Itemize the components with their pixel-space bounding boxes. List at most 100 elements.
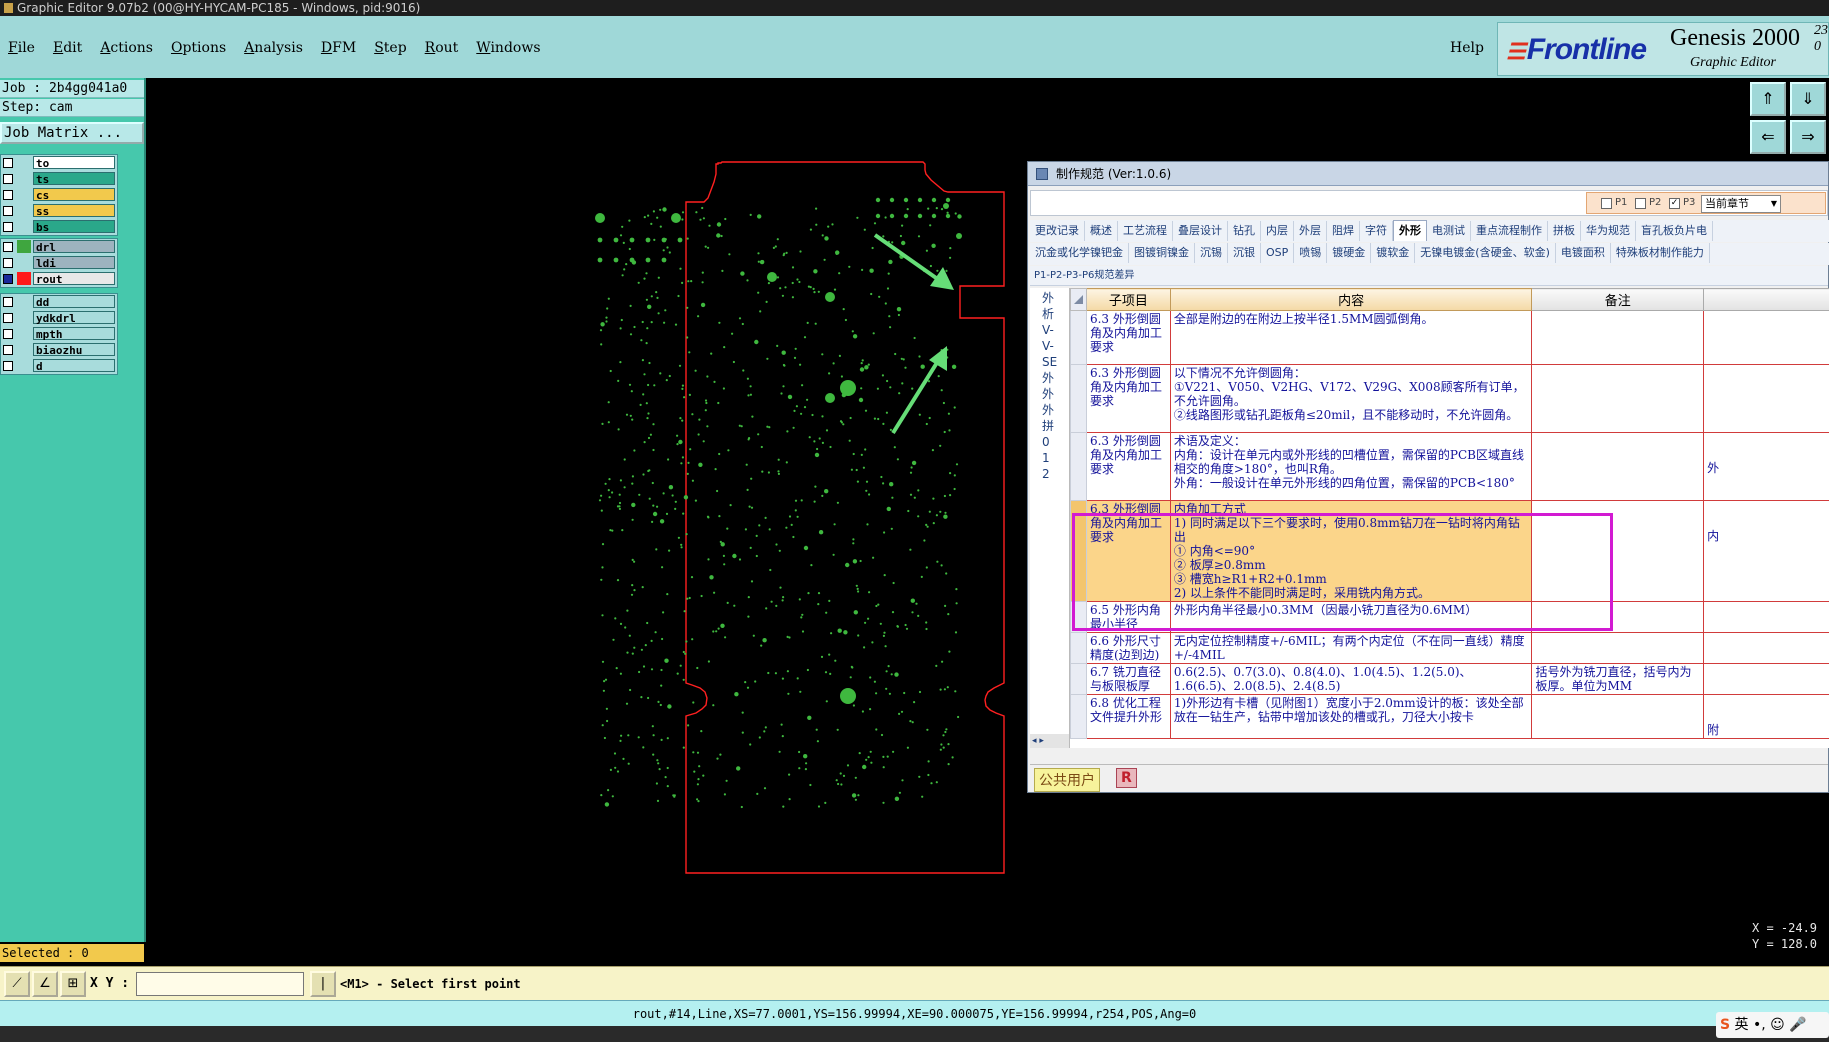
menu-edit[interactable]: Edit: [53, 40, 82, 56]
layer-checkbox[interactable]: [3, 242, 13, 252]
layer-checkbox[interactable]: [3, 158, 13, 168]
chapter-list-item[interactable]: 2: [1042, 466, 1069, 482]
cell-sub[interactable]: 6.3 外形倒圆角及内角加工要求: [1085, 500, 1171, 602]
cell-extra[interactable]: [1703, 663, 1829, 695]
layer-row-rout[interactable]: rout: [1, 271, 117, 287]
menu-step[interactable]: Step: [374, 40, 406, 56]
tab-plating-5[interactable]: 喷锡: [1294, 243, 1328, 263]
layer-row-ss[interactable]: ss: [1, 203, 117, 219]
table-row[interactable]: 6.5 外形内角最小半径 外形内角半径最小0.3MM（因最小铣刀直径为0.6MM）: [1070, 601, 1829, 633]
dialog-titlebar[interactable]: 制作规范 (Ver:1.0.6): [1028, 162, 1828, 186]
cell-sub[interactable]: 6.3 外形倒圆角及内角加工要求: [1085, 432, 1171, 501]
cell-sub[interactable]: 6.7 铣刀直径与板限板厚: [1085, 663, 1171, 695]
tab-10[interactable]: 电测试: [1427, 221, 1471, 241]
layer-name[interactable]: mpth: [33, 327, 115, 341]
table-row[interactable]: 6.6 外形尺寸精度(边到边) 无内定位控制精度+/-6MIL；有两个内定位（不在…: [1070, 632, 1829, 664]
row-indicator[interactable]: [1070, 432, 1087, 501]
table-row[interactable]: 6.3 外形倒圆角及内角加工要求 全部是附边的在附边上按半径1.5MM圆弧倒角。: [1070, 310, 1829, 365]
zoom-up-button[interactable]: ⇑: [1750, 82, 1786, 116]
cell-content[interactable]: 全部是附边的在附边上按半径1.5MM圆弧倒角。: [1169, 310, 1533, 365]
cell-note[interactable]: [1531, 694, 1705, 739]
cell-content[interactable]: 外形内角半径最小0.3MM（因最小铣刀直径为0.6MM）: [1169, 601, 1533, 633]
table-corner[interactable]: [1070, 288, 1087, 311]
cell-note[interactable]: [1531, 500, 1705, 602]
row-indicator[interactable]: [1070, 310, 1087, 365]
col-header-extra[interactable]: [1703, 288, 1829, 311]
tab-plating-3[interactable]: 沉银: [1228, 243, 1261, 263]
layer-checkbox[interactable]: [3, 345, 13, 355]
layer-row-dd[interactable]: dd: [1, 294, 117, 310]
cell-note[interactable]: [1531, 364, 1705, 433]
col-header-note[interactable]: 备注: [1531, 288, 1705, 311]
layer-checkbox[interactable]: [3, 222, 13, 232]
cell-extra[interactable]: [1703, 632, 1829, 664]
cell-content[interactable]: 术语及定义： 内角：设计在单元内或外形线的凹槽位置，需保留的PCB区域直线相交的角…: [1169, 432, 1533, 501]
cell-extra[interactable]: 内: [1703, 500, 1829, 602]
layer-row-biaozhu[interactable]: biaozhu: [1, 342, 117, 358]
chapter-list-item[interactable]: 外: [1042, 370, 1069, 386]
cell-content[interactable]: 内角加工方式 1) 同时满足以下三个要求时，使用0.8mm钻刀在一钻时将内角钻出 ①…: [1169, 500, 1533, 602]
layer-name[interactable]: ldi: [33, 256, 115, 270]
grid-button[interactable]: ⊞: [60, 971, 86, 997]
row-indicator[interactable]: [1070, 500, 1087, 602]
layer-checkbox[interactable]: [3, 313, 13, 323]
chapter-list-item[interactable]: 0: [1042, 434, 1069, 450]
cell-content[interactable]: 0.6(2.5)、0.7(3.0)、0.8(4.0)、1.0(4.5)、1.2(…: [1169, 663, 1533, 695]
layer-name[interactable]: ss: [33, 204, 115, 218]
table-row[interactable]: 6.7 铣刀直径与板限板厚 0.6(2.5)、0.7(3.0)、0.8(4.0)、…: [1070, 663, 1829, 695]
row-indicator[interactable]: [1070, 663, 1087, 695]
cell-content[interactable]: 无内定位控制精度+/-6MIL；有两个内定位（不在同一直线）精度+/-4MIL: [1169, 632, 1533, 664]
table-row[interactable]: 6.3 外形倒圆角及内角加工要求 以下情况不允许倒圆角： ①V221、V050、V2…: [1070, 364, 1829, 433]
cell-note[interactable]: 括号外为铣刀直径，括号内为板厚。单位为MM: [1531, 663, 1705, 695]
xy-apply-button[interactable]: |: [310, 971, 336, 997]
tab-9[interactable]: 外形: [1393, 220, 1427, 241]
layer-name[interactable]: drl: [33, 240, 115, 254]
measure-button[interactable]: ∠: [32, 971, 58, 997]
tab-8[interactable]: 字符: [1360, 221, 1393, 241]
tab-plating-6[interactable]: 镀硬金: [1327, 243, 1372, 263]
menu-help[interactable]: Help: [1450, 40, 1484, 56]
job-matrix-button[interactable]: Job Matrix ...: [0, 122, 144, 144]
tab-13[interactable]: 华为规范: [1581, 221, 1636, 241]
subtab-diff[interactable]: P1-P2-P3-P6规范差异: [1030, 266, 1828, 286]
tab-5[interactable]: 内层: [1261, 221, 1294, 241]
layer-row-ts[interactable]: ts: [1, 171, 117, 187]
tab-2[interactable]: 工艺流程: [1118, 221, 1173, 241]
cell-note[interactable]: [1531, 432, 1705, 501]
row-indicator[interactable]: [1070, 364, 1087, 433]
spec-table[interactable]: 子项目 内容 备注 6.3 外形倒圆角及内角加工要求 全部是附边的在附边上按半径1…: [1070, 288, 1829, 748]
layer-name[interactable]: biaozhu: [33, 343, 115, 357]
chapter-list-item[interactable]: 外: [1042, 290, 1069, 306]
p3-checkbox[interactable]: ✓: [1669, 198, 1680, 209]
cell-extra[interactable]: 外: [1703, 432, 1829, 501]
layer-row-mpth[interactable]: mpth: [1, 326, 117, 342]
ime-indicator[interactable]: S 英 •, ☺ 🎤: [1716, 1012, 1829, 1038]
tab-0[interactable]: 更改记录: [1030, 221, 1085, 241]
cell-note[interactable]: [1531, 632, 1705, 664]
layer-name[interactable]: bs: [33, 220, 115, 234]
layer-name[interactable]: dd: [33, 295, 115, 309]
r-badge[interactable]: R: [1116, 768, 1137, 788]
menu-windows[interactable]: Windows: [476, 40, 540, 56]
menu-rout[interactable]: Rout: [425, 40, 459, 56]
table-row[interactable]: 6.3 外形倒圆角及内角加工要求 内角加工方式 1) 同时满足以下三个要求时，使用0…: [1070, 500, 1829, 602]
p1-checkbox[interactable]: [1601, 198, 1612, 209]
tab-7[interactable]: 阻焊: [1327, 221, 1360, 241]
col-header-content[interactable]: 内容: [1169, 288, 1533, 311]
menu-file[interactable]: File: [8, 40, 35, 56]
layer-row-cs[interactable]: cs: [1, 187, 117, 203]
tab-plating-2[interactable]: 沉锡: [1195, 243, 1228, 263]
tab-11[interactable]: 重点流程制作: [1471, 221, 1548, 241]
layer-row-to[interactable]: to: [1, 155, 117, 171]
layer-row-ydkdrl[interactable]: ydkdrl: [1, 310, 117, 326]
cell-extra[interactable]: [1703, 601, 1829, 633]
menu-options[interactable]: Options: [171, 40, 226, 56]
col-header-sub[interactable]: 子项目: [1085, 288, 1171, 311]
tab-plating-1[interactable]: 图镀铜镍金: [1129, 243, 1195, 263]
chapter-list-item[interactable]: 外: [1042, 402, 1069, 418]
layer-row-drl[interactable]: drl: [1, 239, 117, 255]
list-scrollbar[interactable]: ◂ ▸: [1030, 734, 1069, 748]
layer-checkbox[interactable]: [3, 329, 13, 339]
cell-sub[interactable]: 6.8 优化工程文件提升外形: [1085, 694, 1171, 739]
layer-name[interactable]: d: [33, 359, 115, 373]
